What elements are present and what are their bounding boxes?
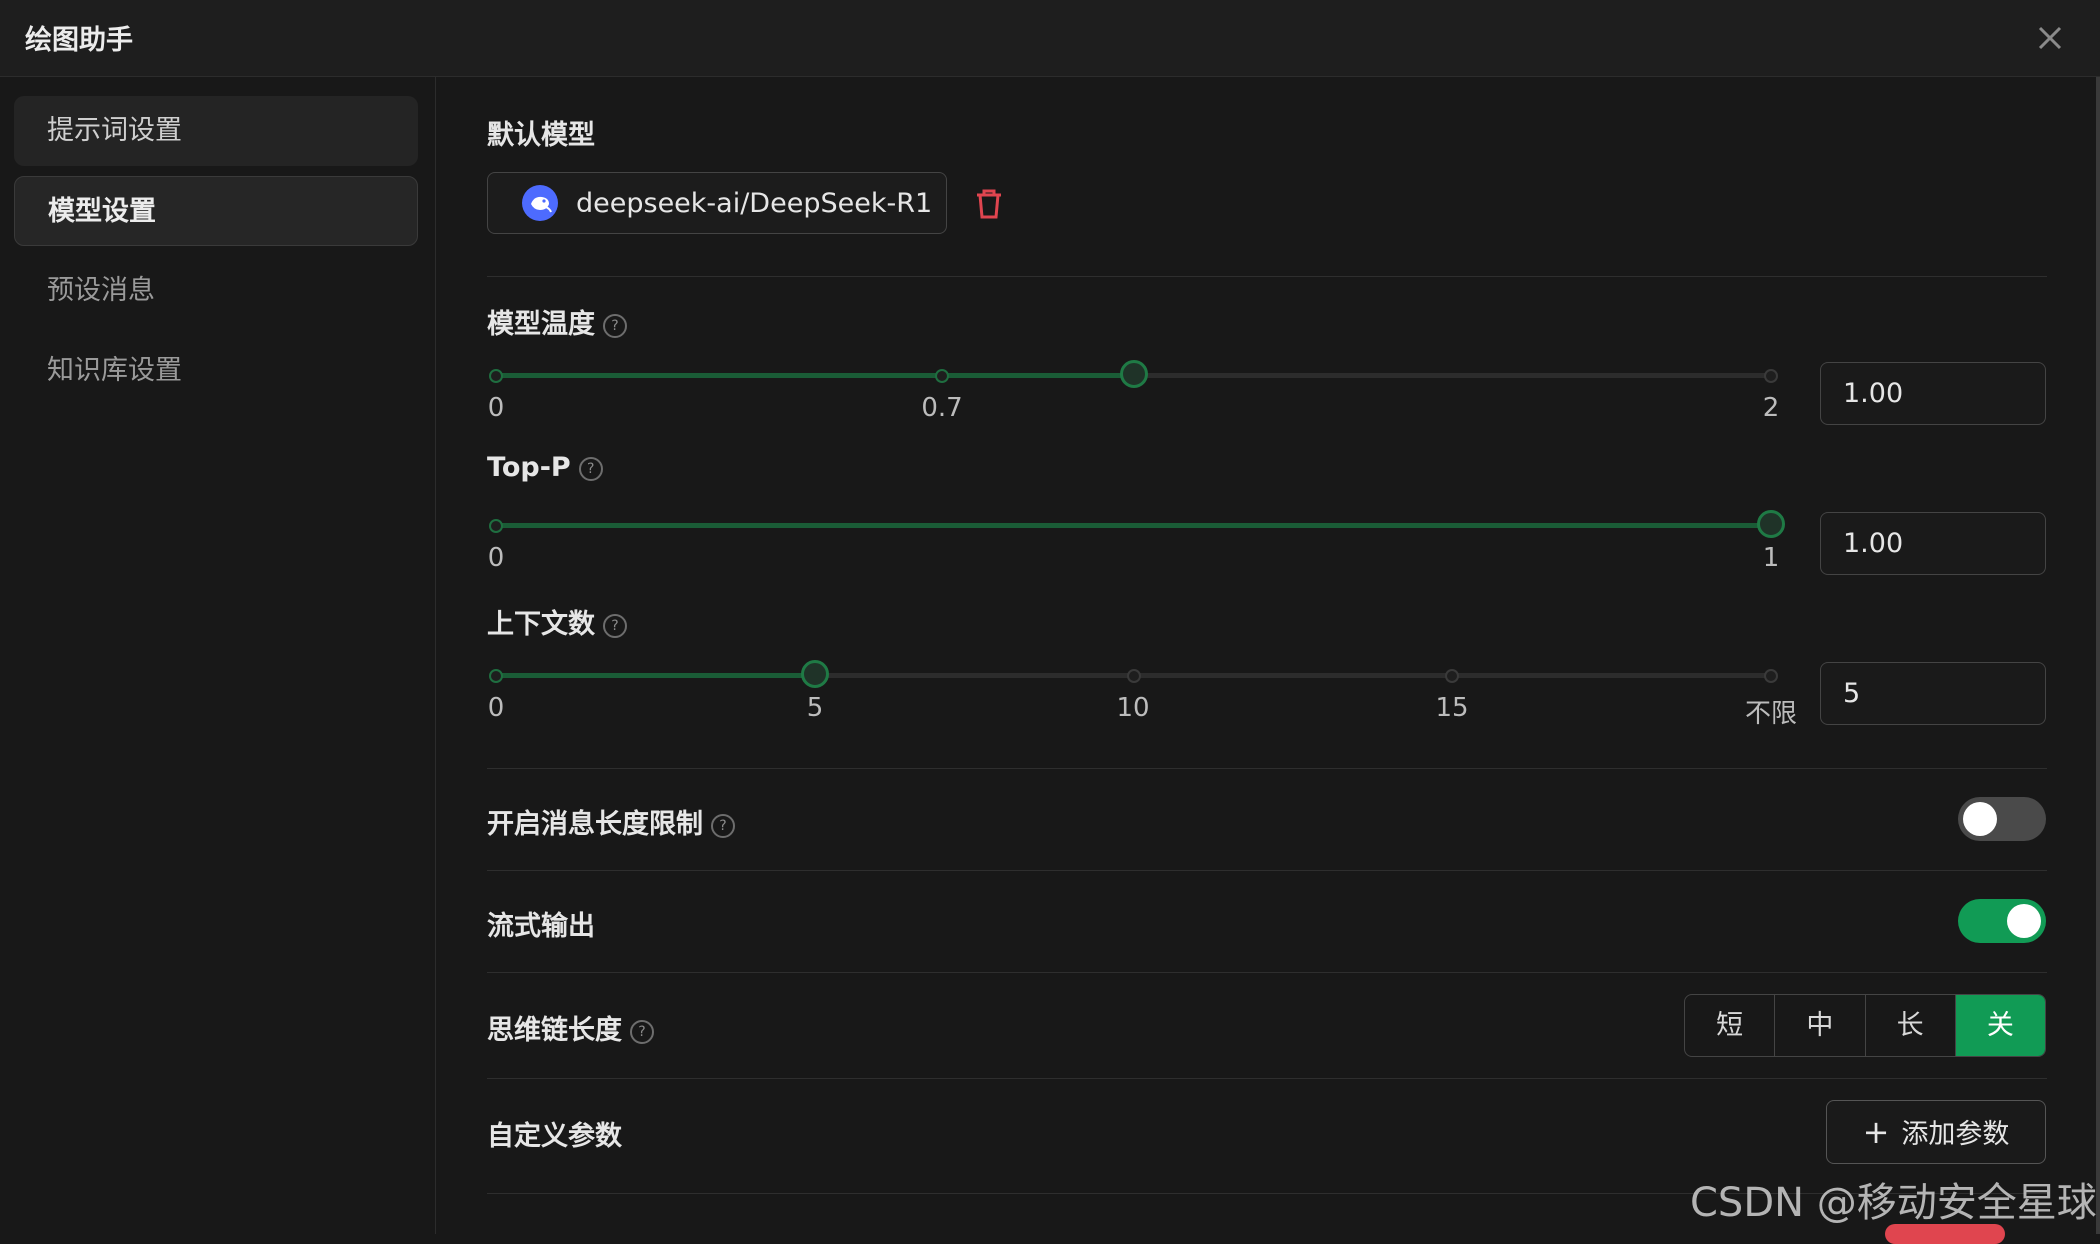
divider bbox=[487, 276, 2047, 277]
temperature-input[interactable]: 1.00 bbox=[1820, 362, 2046, 425]
help-icon[interactable]: ? bbox=[711, 813, 735, 838]
help-icon[interactable]: ? bbox=[578, 456, 603, 481]
slider-tick-label: 15 bbox=[1435, 693, 1469, 723]
title-bar: 绘图助手 bbox=[0, 0, 2100, 77]
option-long[interactable]: 长 bbox=[1866, 995, 1956, 1056]
slider-mark bbox=[489, 369, 503, 383]
top-p-slider[interactable] bbox=[489, 510, 1785, 538]
context-count-label: 上下文数? bbox=[487, 602, 627, 641]
help-icon[interactable]: ? bbox=[603, 313, 627, 338]
chain-of-thought-label: 思维链长度? bbox=[487, 1008, 654, 1047]
slider-fill bbox=[496, 523, 1771, 528]
slider-tick-label: 0 bbox=[487, 393, 505, 423]
sidebar-item-label: 提示词设置 bbox=[47, 115, 182, 146]
top-p-input[interactable]: 1.00 bbox=[1820, 512, 2046, 575]
sidebar-item-label: 预设消息 bbox=[47, 275, 155, 306]
message-length-limit-label: 开启消息长度限制? bbox=[487, 802, 735, 841]
custom-params-label: 自定义参数 bbox=[487, 1121, 622, 1152]
model-selector[interactable]: deepseek-ai/DeepSeek-R1 bbox=[487, 172, 947, 234]
slider-tick-label: 10 bbox=[1116, 693, 1150, 723]
sidebar-item-label: 知识库设置 bbox=[47, 355, 182, 386]
slider-mark bbox=[489, 519, 503, 533]
slider-tick-label: 0.7 bbox=[921, 393, 963, 423]
temperature-label: 模型温度? bbox=[487, 302, 627, 341]
deepseek-logo-icon bbox=[522, 185, 558, 221]
slider-mark bbox=[1764, 669, 1778, 683]
sidebar-item-knowledge-base[interactable]: 知识库设置 bbox=[14, 336, 418, 406]
context-count-slider[interactable] bbox=[489, 660, 1778, 688]
divider bbox=[487, 1078, 2047, 1079]
sidebar-item-model-settings[interactable]: 模型设置 bbox=[14, 176, 418, 246]
slider-mark bbox=[1126, 669, 1141, 683]
slider-tick-label: 0 bbox=[487, 693, 505, 723]
slider-handle[interactable] bbox=[1119, 360, 1148, 388]
message-length-limit-toggle[interactable] bbox=[1958, 797, 2046, 841]
model-name: deepseek-ai/DeepSeek-R1 bbox=[576, 188, 933, 219]
slider-handle[interactable] bbox=[1757, 510, 1785, 538]
stream-output-toggle[interactable] bbox=[1958, 899, 2046, 943]
slider-mark bbox=[1445, 669, 1460, 683]
temperature-slider[interactable] bbox=[489, 360, 1778, 388]
option-medium[interactable]: 中 bbox=[1775, 995, 1866, 1056]
context-count-input[interactable]: 5 bbox=[1820, 662, 2046, 725]
partial-button[interactable] bbox=[1885, 1224, 2005, 1244]
help-icon[interactable]: ? bbox=[630, 1019, 654, 1044]
sidebar-item-label: 模型设置 bbox=[48, 196, 156, 227]
trash-icon[interactable] bbox=[972, 187, 1006, 221]
scrollbar[interactable] bbox=[2096, 77, 2100, 1234]
add-param-button[interactable]: + 添加参数 bbox=[1826, 1100, 2046, 1164]
slider-mark bbox=[1764, 369, 1778, 383]
divider bbox=[487, 972, 2047, 973]
slider-fill bbox=[496, 673, 815, 678]
slider-tick-label: 1 bbox=[1762, 543, 1780, 573]
slider-tick-label: 5 bbox=[806, 693, 824, 723]
sidebar-item-prompt-settings[interactable]: 提示词设置 bbox=[14, 96, 418, 166]
slider-tick-label: 不限 bbox=[1744, 699, 1798, 729]
default-model-label: 默认模型 bbox=[487, 120, 595, 151]
top-p-label: Top-P? bbox=[487, 452, 603, 483]
divider bbox=[487, 768, 2047, 769]
slider-handle[interactable] bbox=[800, 660, 829, 688]
toggle-knob bbox=[1963, 802, 1997, 836]
close-icon[interactable] bbox=[2030, 18, 2070, 58]
slider-mark bbox=[935, 369, 950, 383]
divider bbox=[487, 870, 2047, 871]
settings-sidebar: 提示词设置 模型设置 预设消息 知识库设置 bbox=[0, 77, 436, 1234]
chain-of-thought-selector: 短 中 长 关 bbox=[1684, 994, 2046, 1057]
help-icon[interactable]: ? bbox=[603, 613, 627, 638]
dialog-title: 绘图助手 bbox=[25, 25, 133, 56]
option-short[interactable]: 短 bbox=[1685, 995, 1776, 1056]
slider-mark bbox=[489, 669, 503, 683]
option-off[interactable]: 关 bbox=[1955, 995, 2045, 1056]
slider-tick-label: 0 bbox=[487, 543, 505, 573]
slider-tick-label: 2 bbox=[1762, 393, 1780, 423]
watermark: CSDN @移动安全星球 bbox=[1690, 1180, 2097, 1226]
plus-icon: + bbox=[1862, 1113, 1890, 1151]
stream-output-label: 流式输出 bbox=[487, 911, 595, 942]
toggle-knob bbox=[2007, 904, 2041, 938]
sidebar-item-preset-messages[interactable]: 预设消息 bbox=[14, 256, 418, 326]
slider-fill bbox=[496, 373, 1134, 378]
